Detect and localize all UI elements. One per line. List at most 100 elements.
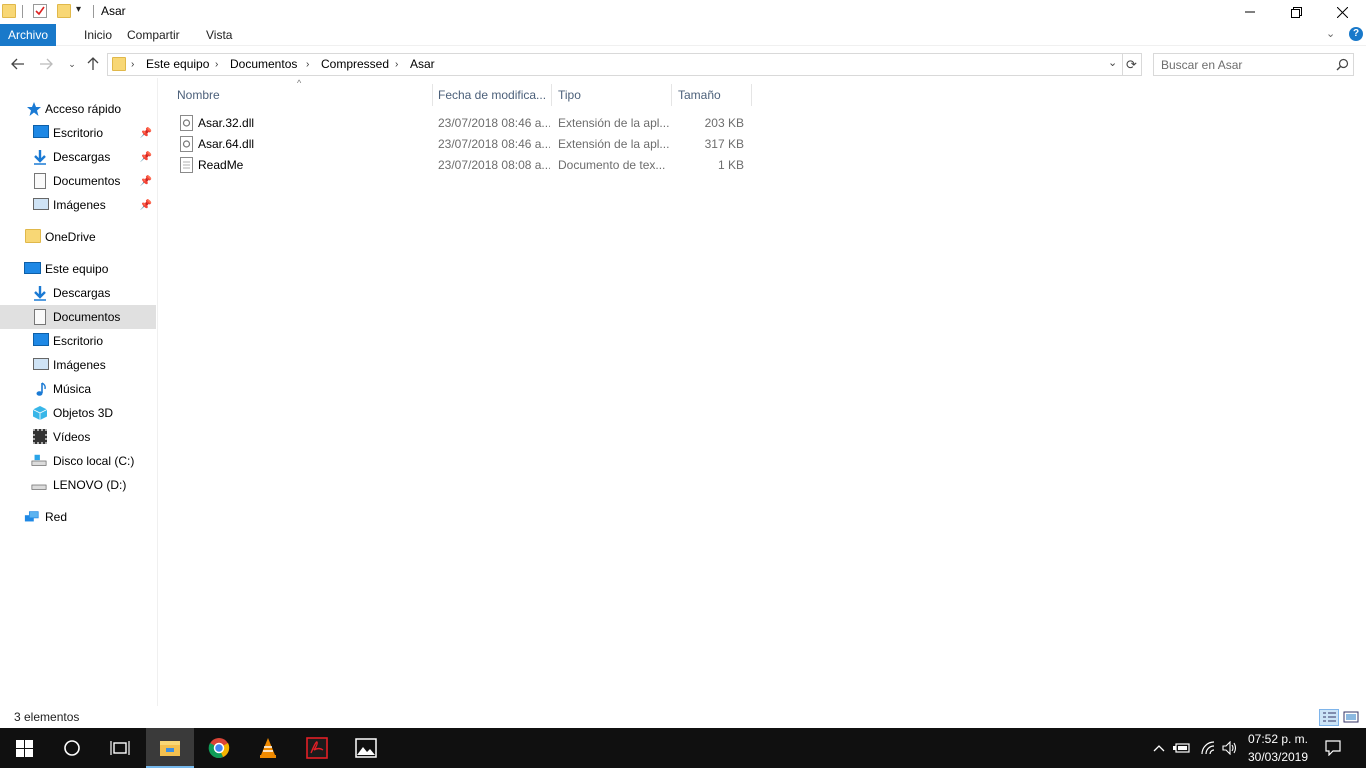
large-icons-view-button[interactable] bbox=[1341, 709, 1361, 726]
breadcrumb-separator-icon[interactable]: › bbox=[395, 54, 398, 75]
restore-button[interactable] bbox=[1273, 0, 1319, 24]
desktop-icon bbox=[33, 333, 49, 346]
search-input[interactable] bbox=[1154, 54, 1324, 75]
tab-vista[interactable]: Vista bbox=[198, 24, 240, 46]
tab-inicio[interactable]: Inicio bbox=[76, 24, 120, 46]
nav-item-documentos-quick[interactable]: Documentos 📌 bbox=[0, 169, 156, 193]
pin-icon[interactable]: 📌 bbox=[140, 128, 152, 139]
document-icon bbox=[34, 309, 46, 325]
nav-item-red[interactable]: Red bbox=[0, 505, 156, 529]
battery-icon[interactable] bbox=[1172, 728, 1192, 768]
nav-item-imagenes-quick[interactable]: Imágenes 📌 bbox=[0, 193, 156, 217]
task-view-button[interactable] bbox=[96, 728, 144, 768]
start-button[interactable] bbox=[0, 728, 48, 768]
file-size: 203 KB bbox=[704, 116, 744, 130]
pin-icon[interactable]: 📌 bbox=[140, 200, 152, 211]
file-type: Documento de tex... bbox=[558, 158, 666, 172]
nav-item-documentos[interactable]: Documentos bbox=[0, 305, 156, 329]
column-header-tipo[interactable]: Tipo bbox=[552, 84, 672, 106]
taskbar-vlc[interactable] bbox=[244, 728, 292, 768]
file-date: 23/07/2018 08:46 a... bbox=[438, 137, 550, 151]
refresh-button[interactable]: ⟳ bbox=[1122, 53, 1142, 76]
taskbar-photos[interactable] bbox=[342, 728, 390, 768]
new-folder-icon[interactable] bbox=[57, 4, 71, 18]
details-view-button[interactable] bbox=[1319, 709, 1339, 726]
minimize-button[interactable] bbox=[1227, 0, 1273, 24]
window-title: Asar bbox=[101, 4, 126, 18]
breadcrumb-compressed[interactable]: Compressed bbox=[321, 54, 389, 75]
column-header-nombre[interactable]: Nombre bbox=[171, 84, 433, 106]
wifi-icon[interactable] bbox=[1198, 728, 1218, 768]
nav-item-musica[interactable]: Música bbox=[0, 377, 156, 401]
photos-icon bbox=[355, 738, 377, 758]
taskbar-chrome[interactable] bbox=[195, 728, 243, 768]
dll-file-icon bbox=[180, 136, 193, 152]
nav-item-este-equipo[interactable]: Este equipo bbox=[0, 257, 156, 281]
nav-item-imagenes[interactable]: Imágenes bbox=[0, 353, 156, 377]
nav-label: Escritorio bbox=[53, 334, 104, 348]
notification-icon bbox=[1325, 740, 1341, 756]
address-bar[interactable]: › Este equipo › Documentos › Compressed … bbox=[107, 53, 1123, 76]
tab-archivo[interactable]: Archivo bbox=[0, 24, 56, 46]
nav-item-descargas-quick[interactable]: Descargas 📌 bbox=[0, 145, 156, 169]
forward-button[interactable] bbox=[36, 54, 56, 74]
breadcrumb-separator-icon[interactable]: › bbox=[131, 54, 134, 75]
folder-icon bbox=[25, 229, 41, 243]
close-button[interactable] bbox=[1319, 0, 1365, 24]
status-bar: 3 elementos bbox=[0, 706, 1366, 728]
download-icon bbox=[34, 150, 46, 165]
column-header-tamano[interactable]: Tamaño bbox=[672, 84, 752, 106]
star-icon bbox=[27, 102, 41, 116]
properties-icon[interactable] bbox=[33, 4, 47, 18]
nav-item-lenovo-d[interactable]: LENOVO (D:) bbox=[0, 473, 156, 497]
nav-item-disco-local-c[interactable]: Disco local (C:) bbox=[0, 449, 156, 473]
nav-item-escritorio[interactable]: Escritorio bbox=[0, 329, 156, 353]
nav-label: Este equipo bbox=[45, 262, 109, 276]
nav-item-escritorio-quick[interactable]: Escritorio 📌 bbox=[0, 121, 156, 145]
breadcrumb-separator-icon[interactable]: › bbox=[215, 54, 218, 75]
help-icon[interactable]: ? bbox=[1349, 27, 1363, 41]
search-box[interactable] bbox=[1153, 53, 1354, 76]
volume-icon[interactable] bbox=[1220, 728, 1240, 768]
nav-item-onedrive[interactable]: OneDrive bbox=[0, 225, 156, 249]
recent-locations-chevron-icon[interactable]: ⌄ bbox=[62, 54, 82, 74]
acrobat-icon bbox=[306, 737, 328, 759]
navigation-bar: ⌄ › Este equipo › Documentos › Compresse… bbox=[0, 50, 1366, 78]
ribbon-tabs: Archivo Inicio Compartir Vista ⌄ ? bbox=[0, 24, 1366, 46]
cortana-search-button[interactable] bbox=[48, 728, 96, 768]
item-count: 3 elementos bbox=[14, 710, 80, 724]
file-row[interactable]: ReadMe 23/07/2018 08:08 a... Documento d… bbox=[176, 155, 752, 176]
back-button[interactable] bbox=[8, 54, 28, 74]
breadcrumb-asar[interactable]: Asar bbox=[410, 54, 435, 75]
expand-ribbon-icon[interactable]: ⌄ bbox=[1326, 27, 1335, 40]
file-type: Extensión de la apl... bbox=[558, 137, 670, 151]
title-bar: ▾ Asar bbox=[0, 0, 1366, 24]
video-icon bbox=[33, 429, 47, 444]
file-size: 317 KB bbox=[704, 137, 744, 151]
address-history-chevron-icon[interactable]: ⌄ bbox=[1108, 56, 1117, 69]
breadcrumb-este-equipo[interactable]: Este equipo bbox=[146, 54, 209, 75]
action-center-button[interactable] bbox=[1320, 728, 1346, 768]
system-clock[interactable]: 07:52 p. m. 30/03/2019 bbox=[1240, 730, 1316, 766]
search-icon[interactable] bbox=[1336, 58, 1349, 71]
breadcrumb-separator-icon[interactable]: › bbox=[306, 54, 309, 75]
nav-item-descargas[interactable]: Descargas bbox=[0, 281, 156, 305]
file-row[interactable]: Asar.32.dll 23/07/2018 08:46 a... Extens… bbox=[176, 113, 752, 134]
nav-item-videos[interactable]: Vídeos bbox=[0, 425, 156, 449]
nav-item-objetos-3d[interactable]: Objetos 3D bbox=[0, 401, 156, 425]
file-explorer-icon bbox=[160, 741, 180, 756]
show-hidden-icons-chevron-icon[interactable] bbox=[1149, 728, 1169, 768]
breadcrumb-documentos[interactable]: Documentos bbox=[230, 54, 297, 75]
clock-date: 30/03/2019 bbox=[1247, 750, 1309, 764]
file-row[interactable]: Asar.64.dll 23/07/2018 08:46 a... Extens… bbox=[176, 134, 752, 155]
tab-compartir[interactable]: Compartir bbox=[119, 24, 188, 46]
up-button[interactable] bbox=[83, 54, 103, 74]
divider bbox=[22, 5, 23, 18]
taskbar-acrobat[interactable] bbox=[293, 728, 341, 768]
customize-quick-access-icon[interactable]: ▾ bbox=[76, 4, 81, 15]
column-header-fecha[interactable]: Fecha de modifica... bbox=[432, 84, 552, 106]
taskbar-file-explorer[interactable] bbox=[146, 728, 194, 768]
nav-item-acceso-rapido[interactable]: Acceso rápido bbox=[0, 97, 156, 121]
pin-icon[interactable]: 📌 bbox=[140, 152, 152, 163]
pin-icon[interactable]: 📌 bbox=[140, 176, 152, 187]
